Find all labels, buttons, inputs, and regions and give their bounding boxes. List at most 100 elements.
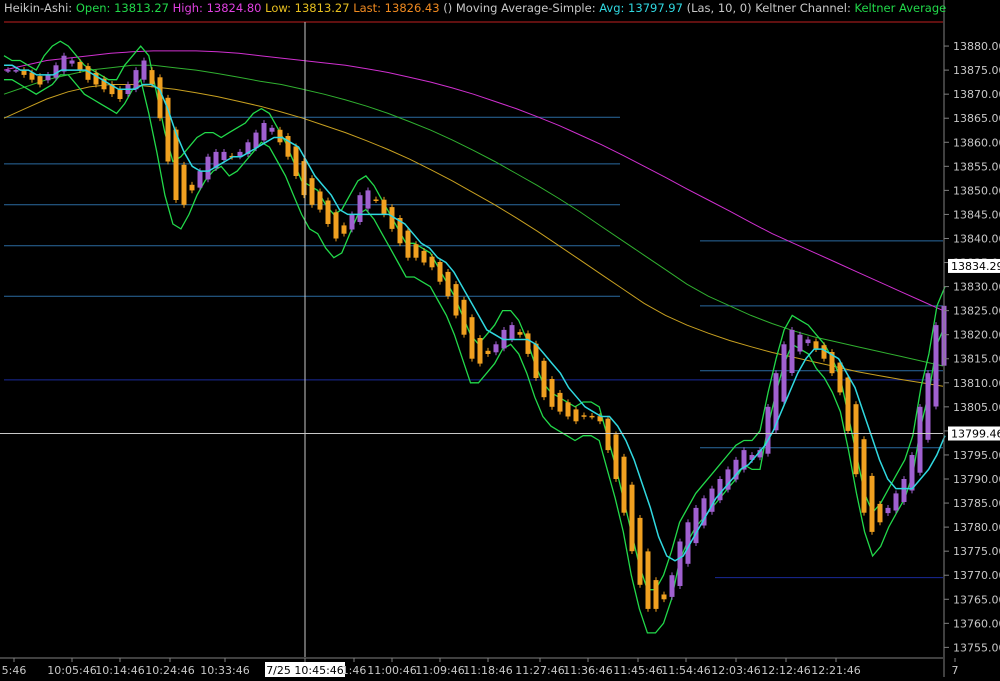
- candle-body: [325, 200, 331, 224]
- candle-body: [205, 156, 211, 180]
- candle-body: [301, 161, 307, 196]
- y-tick-label: 13775.00: [953, 545, 1000, 558]
- candle-body: [629, 484, 635, 552]
- candle-body: [197, 171, 203, 188]
- candle-body: [381, 199, 387, 215]
- x-tick-label: 11:54:46: [661, 664, 710, 677]
- header-part: (Las, 10, 0): [683, 1, 752, 15]
- x-tick-label: 11:27:46: [515, 664, 564, 677]
- candle-body: [677, 541, 683, 586]
- x-tick-label: 12:12:46: [761, 664, 810, 677]
- candle-body: [493, 344, 499, 353]
- header-part: Last: 13826.43: [350, 1, 440, 15]
- candle-body: [157, 77, 163, 119]
- price-box-last-label: 13834.29: [951, 260, 1000, 273]
- x-tick-label: 11:18:46: [463, 664, 512, 677]
- candle-body: [277, 129, 283, 143]
- candle-body: [309, 178, 315, 205]
- header-part: Open: 13813.27: [72, 1, 169, 15]
- candle-body: [149, 70, 155, 85]
- candle-body: [365, 190, 371, 209]
- candle-body: [317, 191, 323, 210]
- candle-body: [645, 551, 651, 609]
- candle-body: [189, 184, 195, 191]
- candle-body: [437, 262, 443, 282]
- candle-body: [557, 392, 563, 412]
- candle-body: [461, 299, 467, 335]
- candle-body: [269, 127, 275, 132]
- candle-body: [805, 339, 811, 344]
- x-tick-label: 7: [952, 664, 959, 677]
- header-part: Heikin-Ashi:: [4, 1, 72, 15]
- indicator-header: Heikin-Ashi: Open: 13813.27 High: 13824.…: [4, 1, 946, 15]
- y-tick-label: 13865.00: [953, 112, 1000, 125]
- header-part: Keltner Average: [851, 1, 946, 15]
- header-part: (): [440, 1, 453, 15]
- candle-body: [509, 325, 515, 340]
- x-tick-label: 7/25 10:45:46: [266, 664, 344, 677]
- candle-body: [613, 434, 619, 479]
- y-tick-label: 13870.00: [953, 88, 1000, 101]
- x-tick-label: 10:05:46: [47, 664, 96, 677]
- candle-body: [901, 479, 907, 502]
- x-tick-label: 12:03:46: [711, 664, 760, 677]
- candle-body: [421, 250, 427, 263]
- x-tick-label: 1:46: [342, 664, 367, 677]
- candle-body: [333, 212, 339, 239]
- candle-body: [589, 415, 595, 418]
- candle-body: [837, 362, 843, 393]
- candle-body: [117, 89, 123, 99]
- candle-body: [861, 439, 867, 513]
- candle-body: [581, 415, 587, 417]
- y-tick-label: 13820.00: [953, 329, 1000, 342]
- candle-body: [853, 404, 859, 475]
- candle-body: [813, 341, 819, 350]
- candle-body: [133, 70, 139, 90]
- x-tick-label: 12:21:46: [811, 664, 860, 677]
- candle-body: [893, 493, 899, 511]
- candle-body: [77, 62, 83, 71]
- candle-body: [341, 225, 347, 234]
- candle-body: [165, 97, 171, 162]
- candle-body: [469, 317, 475, 359]
- candle-body: [845, 377, 851, 431]
- x-tick-label: 11:36:46: [563, 664, 612, 677]
- y-tick-label: 13825.00: [953, 305, 1000, 318]
- candle-body: [637, 517, 643, 585]
- header-part: Moving Average-Simple:: [452, 1, 595, 15]
- y-tick-label: 13880.00: [953, 40, 1000, 53]
- candle-body: [173, 129, 179, 200]
- candle-body: [445, 271, 451, 297]
- candle-body: [573, 409, 579, 422]
- candle-body: [885, 507, 891, 514]
- candle-body: [789, 329, 795, 373]
- candle-body: [413, 244, 419, 258]
- candle-body: [669, 575, 675, 597]
- chart-window: 13755.00 13760.00 13765.00 13770.00 13775.00…: [0, 0, 1000, 677]
- candle-body: [565, 402, 571, 417]
- candle-body: [61, 55, 67, 72]
- header-part: High: 13824.80: [169, 1, 262, 15]
- y-tick-label: 13850.00: [953, 184, 1000, 197]
- header-part: Avg: 13797.97: [596, 1, 683, 15]
- y-tick-label: 13765.00: [953, 593, 1000, 606]
- candle-body: [37, 76, 43, 85]
- y-tick-label: 13845.00: [953, 208, 1000, 221]
- candle-body: [5, 70, 11, 72]
- candle-body: [221, 151, 227, 160]
- candle-body: [933, 325, 939, 407]
- candle-body: [797, 334, 803, 352]
- candle-body: [45, 74, 51, 81]
- candle-body: [485, 350, 491, 354]
- y-tick-label: 13805.00: [953, 401, 1000, 414]
- y-tick-label: 13860.00: [953, 136, 1000, 149]
- y-tick-label: 13785.00: [953, 497, 1000, 510]
- header-part: Low: 13813.27: [261, 1, 349, 15]
- x-tick-label: 5:46: [2, 664, 27, 677]
- candle-body: [605, 418, 611, 451]
- candle-body: [405, 230, 411, 258]
- y-tick-label: 13830.00: [953, 281, 1000, 294]
- candle-body: [525, 333, 531, 354]
- heikin-ashi-chart[interactable]: 13755.00 13760.00 13765.00 13770.00 13775.00…: [0, 0, 1000, 677]
- x-tick-label: 10:14:46: [95, 664, 144, 677]
